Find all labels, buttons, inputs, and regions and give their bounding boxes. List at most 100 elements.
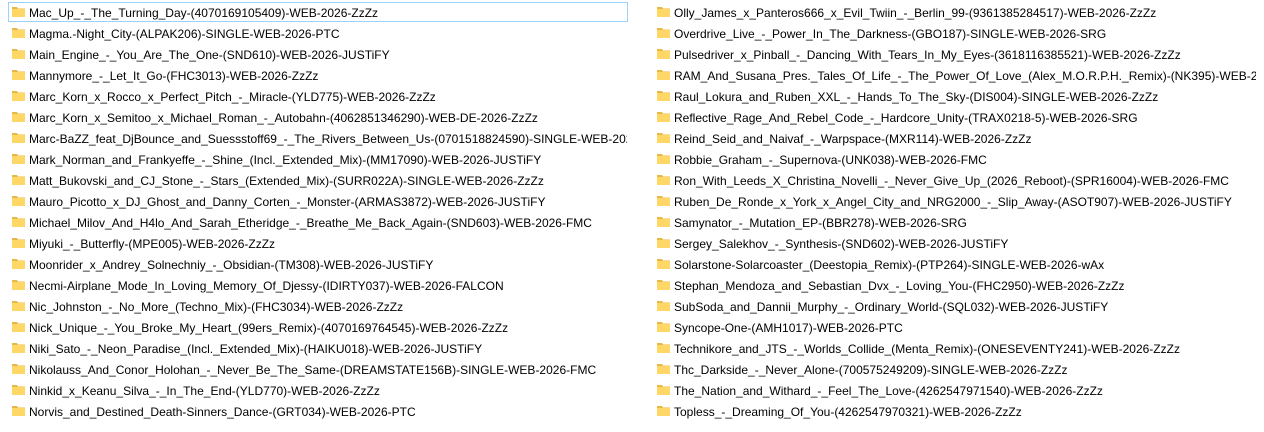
folder-icon xyxy=(12,216,25,227)
folder-icon xyxy=(657,279,670,290)
folder-icon xyxy=(657,27,670,38)
folder-name: Nick_Unique_-_You_Broke_My_Heart_(99ers_… xyxy=(29,321,509,335)
folder-icon xyxy=(12,363,25,374)
folder-name: Marc_Korn_x_Rocco_x_Perfect_Pitch_-_Mira… xyxy=(29,90,436,104)
folder-icon xyxy=(12,27,25,38)
folder-name: Syncope-One-(AMH1017)-WEB-2026-PTC xyxy=(674,321,903,335)
folder-name: Topless_-_Dreaming_Of_You-(4262547970321… xyxy=(674,405,1022,419)
folder-name: Necmi-Airplane_Mode_In_Loving_Memory_Of_… xyxy=(29,279,504,293)
folder-item[interactable]: Matt_Bukovski_and_CJ_Stone_-_Stars_(Exte… xyxy=(8,170,628,190)
folder-name: Nic_Johnston_-_No_More_(Techno_Mix)-(FHC… xyxy=(29,300,404,314)
folder-icon xyxy=(12,153,25,164)
folder-name: Ruben_De_Ronde_x_York_x_Angel_City_and_N… xyxy=(674,195,1232,209)
folder-item[interactable]: Necmi-Airplane_Mode_In_Loving_Memory_Of_… xyxy=(8,275,628,295)
folder-item[interactable]: Reflective_Rage_And_Rebel_Code_-_Hardcor… xyxy=(653,107,1257,127)
folder-item[interactable]: Mauro_Picotto_x_DJ_Ghost_and_Danny_Corte… xyxy=(8,191,628,211)
folder-name: Overdrive_Live_-_Power_In_The_Darkness-(… xyxy=(674,27,1107,41)
folder-item[interactable]: Reind_Seid_and_Naivaf_-_Warpspace-(MXR11… xyxy=(653,128,1257,148)
folder-icon xyxy=(657,237,670,248)
folder-item[interactable]: Marc_Korn_x_Semitoo_x_Michael_Roman_-_Au… xyxy=(8,107,628,127)
folder-item[interactable]: Nikolauss_And_Conor_Holohan_-_Never_Be_T… xyxy=(8,359,628,379)
folder-name: Matt_Bukovski_and_CJ_Stone_-_Stars_(Exte… xyxy=(29,174,544,188)
folder-icon xyxy=(12,237,25,248)
folder-name: Mac_Up_-_The_Turning_Day-(4070169105409)… xyxy=(29,6,379,20)
folder-name: Pulsedriver_x_Pinball_-_Dancing_With_Tea… xyxy=(674,48,1181,62)
folder-icon xyxy=(12,174,25,185)
folder-item[interactable]: The_Nation_and_Withard_-_Feel_The_Love-(… xyxy=(653,380,1257,400)
folder-item[interactable]: Niki_Sato_-_Neon_Paradise_(Incl._Extende… xyxy=(8,338,628,358)
folder-icon xyxy=(12,111,25,122)
folder-item[interactable]: Ninkid_x_Keanu_Silva_-_In_The_End-(YLD77… xyxy=(8,380,628,400)
folder-item[interactable]: Thc_Darkside_-_Never_Alone-(700575249209… xyxy=(653,359,1257,379)
folder-icon xyxy=(12,342,25,353)
folder-icon xyxy=(657,48,670,59)
folder-item[interactable]: Magma.-Night_City-(ALPAK206)-SINGLE-WEB-… xyxy=(8,23,628,43)
folder-name: Ninkid_x_Keanu_Silva_-_In_The_End-(YLD77… xyxy=(29,384,380,398)
folder-name: Michael_Milov_And_H4lo_And_Sarah_Etherid… xyxy=(29,216,592,230)
folder-icon xyxy=(12,321,25,332)
folder-item[interactable]: Stephan_Mendoza_and_Sebastian_Dvx_-_Lovi… xyxy=(653,275,1257,295)
folder-icon xyxy=(12,132,25,143)
folder-name: The_Nation_and_Withard_-_Feel_The_Love-(… xyxy=(674,384,1103,398)
folder-item[interactable]: Overdrive_Live_-_Power_In_The_Darkness-(… xyxy=(653,23,1257,43)
file-list-column-left: Mac_Up_-_The_Turning_Day-(4070169105409)… xyxy=(8,2,628,422)
folder-item[interactable]: Mac_Up_-_The_Turning_Day-(4070169105409)… xyxy=(8,2,628,22)
folder-item[interactable]: Marc_Korn_x_Rocco_x_Perfect_Pitch_-_Mira… xyxy=(8,86,628,106)
folder-name: Olly_James_x_Panteros666_x_Evil_Twiin_-_… xyxy=(674,6,1157,20)
folder-item[interactable]: SubSoda_and_Dannii_Murphy_-_Ordinary_Wor… xyxy=(653,296,1257,316)
folder-icon xyxy=(12,258,25,269)
folder-item[interactable]: Michael_Milov_And_H4lo_And_Sarah_Etherid… xyxy=(8,212,628,232)
folder-icon xyxy=(657,6,670,17)
folder-name: Miyuki_-_Butterfly-(MPE005)-WEB-2026-ZzZ… xyxy=(29,237,276,251)
folder-item[interactable]: Main_Engine_-_You_Are_The_One-(SND610)-W… xyxy=(8,44,628,64)
folder-item[interactable]: Moonrider_x_Andrey_Solnechniy_-_Obsidian… xyxy=(8,254,628,274)
folder-item[interactable]: Solarstone-Solarcoaster_(Deestopia_Remix… xyxy=(653,254,1257,274)
folder-name: Marc_Korn_x_Semitoo_x_Michael_Roman_-_Au… xyxy=(29,111,538,125)
folder-icon xyxy=(657,384,670,395)
folder-item[interactable]: Norvis_and_Destined_Death-Sinners_Dance-… xyxy=(8,401,628,421)
file-list-column-right: Olly_James_x_Panteros666_x_Evil_Twiin_-_… xyxy=(653,2,1257,422)
folder-item[interactable]: Syncope-One-(AMH1017)-WEB-2026-PTC xyxy=(653,317,1257,337)
folder-name: Raul_Lokura_and_Ruben_XXL_-_Hands_To_The… xyxy=(674,90,1159,104)
folder-name: Main_Engine_-_You_Are_The_One-(SND610)-W… xyxy=(29,48,390,62)
folder-name: Ron_With_Leeds_X_Christina_Novelli_-_Nev… xyxy=(674,174,1229,188)
folder-icon xyxy=(657,195,670,206)
folder-item[interactable]: Robbie_Graham_-_Supernova-(UNK038)-WEB-2… xyxy=(653,149,1257,169)
folder-item[interactable]: RAM_And_Susana_Pres._Tales_Of_Life_-_The… xyxy=(653,65,1257,85)
folder-item[interactable]: Mannymore_-_Let_It_Go-(FHC3013)-WEB-2026… xyxy=(8,65,628,85)
folder-name: Technikore_and_JTS_-_Worlds_Collide_(Men… xyxy=(674,342,1180,356)
folder-icon xyxy=(12,90,25,101)
folder-icon xyxy=(657,174,670,185)
folder-name: SubSoda_and_Dannii_Murphy_-_Ordinary_Wor… xyxy=(674,300,1109,314)
folder-icon xyxy=(657,363,670,374)
folder-name: Mannymore_-_Let_It_Go-(FHC3013)-WEB-2026… xyxy=(29,69,319,83)
folder-item[interactable]: Raul_Lokura_and_Ruben_XXL_-_Hands_To_The… xyxy=(653,86,1257,106)
folder-item[interactable]: Mark_Norman_and_Frankyeffe_-_Shine_(Incl… xyxy=(8,149,628,169)
folder-icon xyxy=(657,153,670,164)
folder-item[interactable]: Pulsedriver_x_Pinball_-_Dancing_With_Tea… xyxy=(653,44,1257,64)
folder-icon xyxy=(12,300,25,311)
folder-name: Reflective_Rage_And_Rebel_Code_-_Hardcor… xyxy=(674,111,1138,125)
folder-name: Samynator_-_Mutation_EP-(BBR278)-WEB-202… xyxy=(674,216,967,230)
folder-item[interactable]: Sergey_Salekhov_-_Synthesis-(SND602)-WEB… xyxy=(653,233,1257,253)
folder-icon xyxy=(657,321,670,332)
folder-item[interactable]: Miyuki_-_Butterfly-(MPE005)-WEB-2026-ZzZ… xyxy=(8,233,628,253)
folder-icon xyxy=(12,384,25,395)
folder-name: Thc_Darkside_-_Never_Alone-(700575249209… xyxy=(674,363,1068,377)
folder-item[interactable]: Olly_James_x_Panteros666_x_Evil_Twiin_-_… xyxy=(653,2,1257,22)
folder-item[interactable]: Nick_Unique_-_You_Broke_My_Heart_(99ers_… xyxy=(8,317,628,337)
folder-name: Norvis_and_Destined_Death-Sinners_Dance-… xyxy=(29,405,416,419)
folder-item[interactable]: Samynator_-_Mutation_EP-(BBR278)-WEB-202… xyxy=(653,212,1257,232)
folder-item[interactable]: Ruben_De_Ronde_x_York_x_Angel_City_and_N… xyxy=(653,191,1257,211)
folder-name: Niki_Sato_-_Neon_Paradise_(Incl._Extende… xyxy=(29,342,483,356)
folder-icon xyxy=(657,132,670,143)
folder-name: RAM_And_Susana_Pres._Tales_Of_Life_-_The… xyxy=(674,69,1257,83)
folder-item[interactable]: Topless_-_Dreaming_Of_You-(4262547970321… xyxy=(653,401,1257,421)
folder-item[interactable]: Technikore_and_JTS_-_Worlds_Collide_(Men… xyxy=(653,338,1257,358)
folder-name: Mauro_Picotto_x_DJ_Ghost_and_Danny_Corte… xyxy=(29,195,546,209)
folder-name: Marc-BaZZ_feat_DjBounce_and_Suessstoff69… xyxy=(29,132,628,146)
folder-item[interactable]: Nic_Johnston_-_No_More_(Techno_Mix)-(FHC… xyxy=(8,296,628,316)
folder-item[interactable]: Marc-BaZZ_feat_DjBounce_and_Suessstoff69… xyxy=(8,128,628,148)
folder-item[interactable]: Ron_With_Leeds_X_Christina_Novelli_-_Nev… xyxy=(653,170,1257,190)
folder-icon xyxy=(657,300,670,311)
